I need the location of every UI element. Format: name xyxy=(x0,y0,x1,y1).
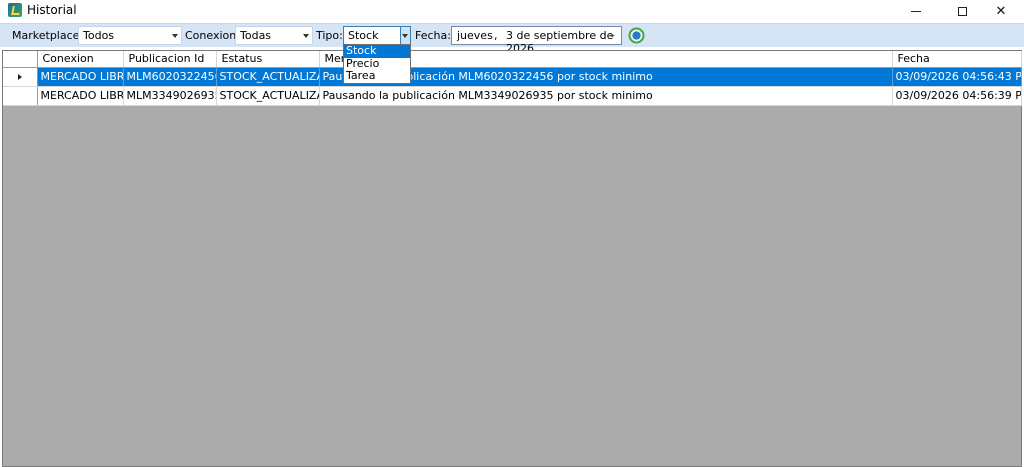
column-header-estatus[interactable]: Estatus xyxy=(216,51,320,68)
cell-conexion[interactable]: MERCADO LIBRE xyxy=(37,86,124,106)
chevron-down-icon xyxy=(402,34,408,38)
cell-fecha[interactable]: 03/09/2026 04:56:39 PM xyxy=(892,86,1022,106)
fecha-separator: , xyxy=(494,29,498,42)
app-icon xyxy=(8,3,22,17)
chevron-down-icon xyxy=(303,34,309,38)
tipo-dropdown-button[interactable] xyxy=(400,27,410,44)
historial-table: Conexion Publicacion Id Estatus Mensaje … xyxy=(3,51,1022,106)
cell-fecha[interactable]: 03/09/2026 04:56:43 PM xyxy=(892,67,1022,87)
table-row[interactable]: MERCADO LIBRE MLM3349026935 STOCK_ACTUAL… xyxy=(3,86,1022,106)
filter-toolbar: Marketplace: Todos Conexion: Todas Tipo:… xyxy=(0,23,1024,55)
conexion-select[interactable]: Todas xyxy=(235,26,313,45)
fecha-date-picker[interactable]: jueves , 3 de septiembre de 2026 ⌄ xyxy=(451,26,622,55)
cell-publicacion-id[interactable]: MLM6020322456 xyxy=(123,67,217,87)
minimize-icon xyxy=(911,10,921,12)
minimize-button[interactable] xyxy=(893,0,939,22)
conexion-label: Conexion: xyxy=(185,29,240,42)
title-bar: Historial ✕ xyxy=(0,0,1024,22)
cell-mensaje[interactable]: Pausando la publicación MLM3349026935 po… xyxy=(319,86,893,106)
close-button[interactable]: ✕ xyxy=(978,0,1024,22)
cell-publicacion-id[interactable]: MLM3349026935 xyxy=(123,86,217,106)
header-row: Conexion Publicacion Id Estatus Mensaje … xyxy=(3,51,1022,68)
cell-estatus[interactable]: STOCK_ACTUALIZA... xyxy=(216,67,320,87)
marketplace-select[interactable]: Todos xyxy=(78,26,182,45)
column-header-fecha[interactable]: Fecha xyxy=(892,51,1022,68)
maximize-icon xyxy=(957,6,967,16)
conexion-value: Todas xyxy=(240,29,272,42)
tipo-dropdown-list: Stock Precio Tarea xyxy=(343,44,411,84)
tipo-value: Stock xyxy=(348,29,379,42)
tipo-label: Tipo: xyxy=(316,29,343,42)
close-icon: ✕ xyxy=(995,3,1007,19)
current-row-icon xyxy=(17,74,22,80)
table-row[interactable]: MERCADO LIBRE MLM6020322456 STOCK_ACTUAL… xyxy=(3,67,1022,87)
cell-estatus[interactable]: STOCK_ACTUALIZA... xyxy=(216,86,320,106)
chevron-down-icon xyxy=(172,34,178,38)
marketplace-label: Marketplace: xyxy=(12,29,84,42)
refresh-icon[interactable] xyxy=(628,27,645,44)
tipo-select[interactable]: Stock xyxy=(343,26,411,45)
historial-grid[interactable]: Conexion Publicacion Id Estatus Mensaje … xyxy=(2,50,1022,467)
window-title: Historial xyxy=(27,3,77,17)
column-header-conexion[interactable]: Conexion xyxy=(37,51,124,68)
tipo-option-tarea[interactable]: Tarea xyxy=(344,70,410,83)
marketplace-value: Todos xyxy=(83,29,115,42)
calendar-dropdown-icon[interactable]: ⌄ xyxy=(606,29,619,42)
cell-conexion[interactable]: MERCADO LIBRE xyxy=(37,67,124,87)
tipo-option-stock[interactable]: Stock xyxy=(344,44,410,58)
row-header[interactable] xyxy=(3,86,38,106)
row-header[interactable] xyxy=(3,67,38,87)
column-header-publicacion-id[interactable]: Publicacion Id xyxy=(123,51,217,68)
fecha-day: jueves xyxy=(457,29,493,42)
row-header-corner xyxy=(3,51,38,68)
fecha-label: Fecha: xyxy=(415,29,451,42)
